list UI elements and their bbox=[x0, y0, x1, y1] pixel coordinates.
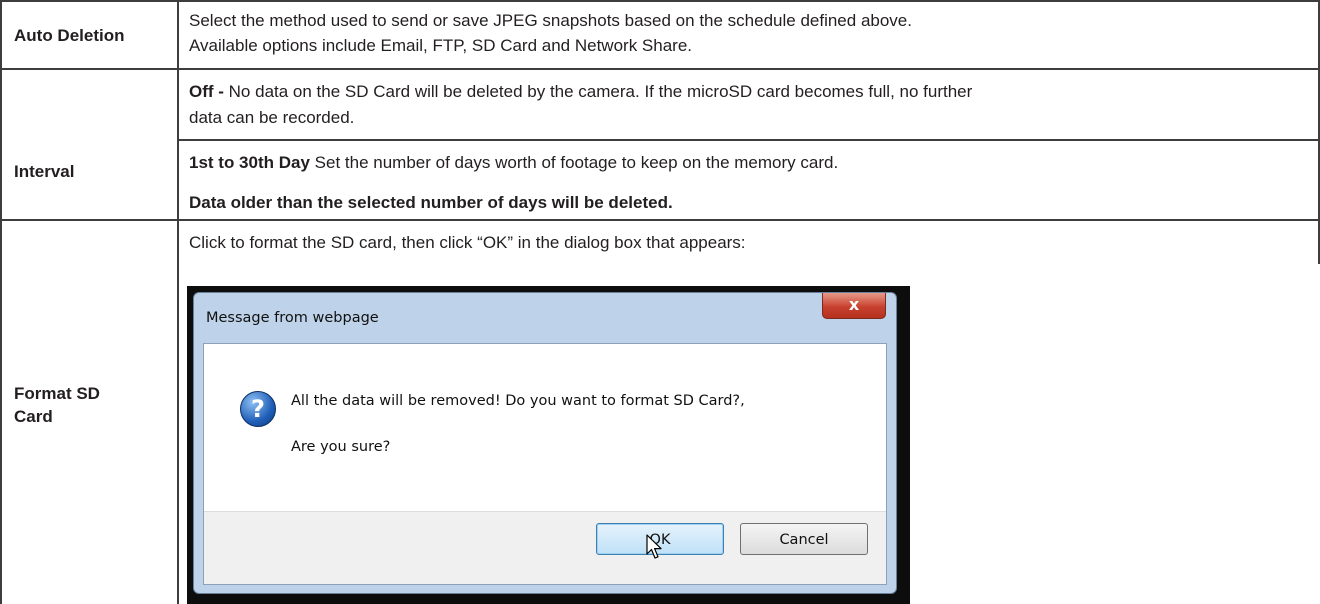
interval-off-text: No data on the SD Card will be deleted b… bbox=[228, 82, 973, 101]
cancel-button[interactable]: Cancel bbox=[740, 523, 868, 555]
interval-days-note: Data older than the selected number of d… bbox=[189, 193, 673, 212]
interval-off-line2: data can be recorded. bbox=[189, 108, 355, 127]
row-divider-1 bbox=[0, 68, 1320, 70]
row-label-interval: Interval bbox=[14, 162, 75, 181]
interval-off-line1: Off - No data on the SD Card will be del… bbox=[189, 79, 972, 104]
confirm-dialog: Message from webpage x ? All the data wi… bbox=[193, 292, 897, 594]
mouse-pointer-icon bbox=[646, 534, 662, 559]
row-label-auto-deletion: Auto Deletion bbox=[14, 26, 125, 45]
row-label-format-sd-line1: Format SD bbox=[14, 384, 100, 403]
auto-deletion-desc-line2: Available options include Email, FTP, SD… bbox=[189, 36, 693, 55]
dialog-title: Message from webpage bbox=[206, 310, 379, 326]
row-label-format-sd-line2: Card bbox=[14, 407, 53, 426]
auto-deletion-desc-line1: Select the method used to send or save J… bbox=[189, 11, 912, 30]
interval-days-line: 1st to 30th Day Set the number of days w… bbox=[189, 150, 838, 175]
table-border-top bbox=[0, 0, 1320, 2]
format-sd-instruction: Click to format the SD card, then click … bbox=[189, 233, 746, 252]
interval-days-term: 1st to 30th Day bbox=[189, 153, 310, 172]
table-border-left bbox=[0, 0, 2, 604]
row-divider-interval-inner bbox=[177, 139, 1320, 141]
dialog-body: ? All the data will be removed! Do you w… bbox=[203, 343, 887, 585]
dialog-message-line1: All the data will be removed! Do you wan… bbox=[291, 393, 745, 409]
dialog-message-line2: Are you sure? bbox=[291, 439, 391, 455]
column-divider bbox=[177, 0, 179, 604]
row-divider-2 bbox=[0, 219, 1320, 221]
question-icon: ? bbox=[240, 391, 276, 427]
interval-days-text: Set the number of days worth of footage … bbox=[309, 153, 839, 172]
settings-table: Auto Deletion Select the method used to … bbox=[0, 0, 1320, 604]
dialog-close-button[interactable]: x bbox=[822, 293, 886, 319]
interval-off-term: Off - bbox=[189, 82, 229, 101]
